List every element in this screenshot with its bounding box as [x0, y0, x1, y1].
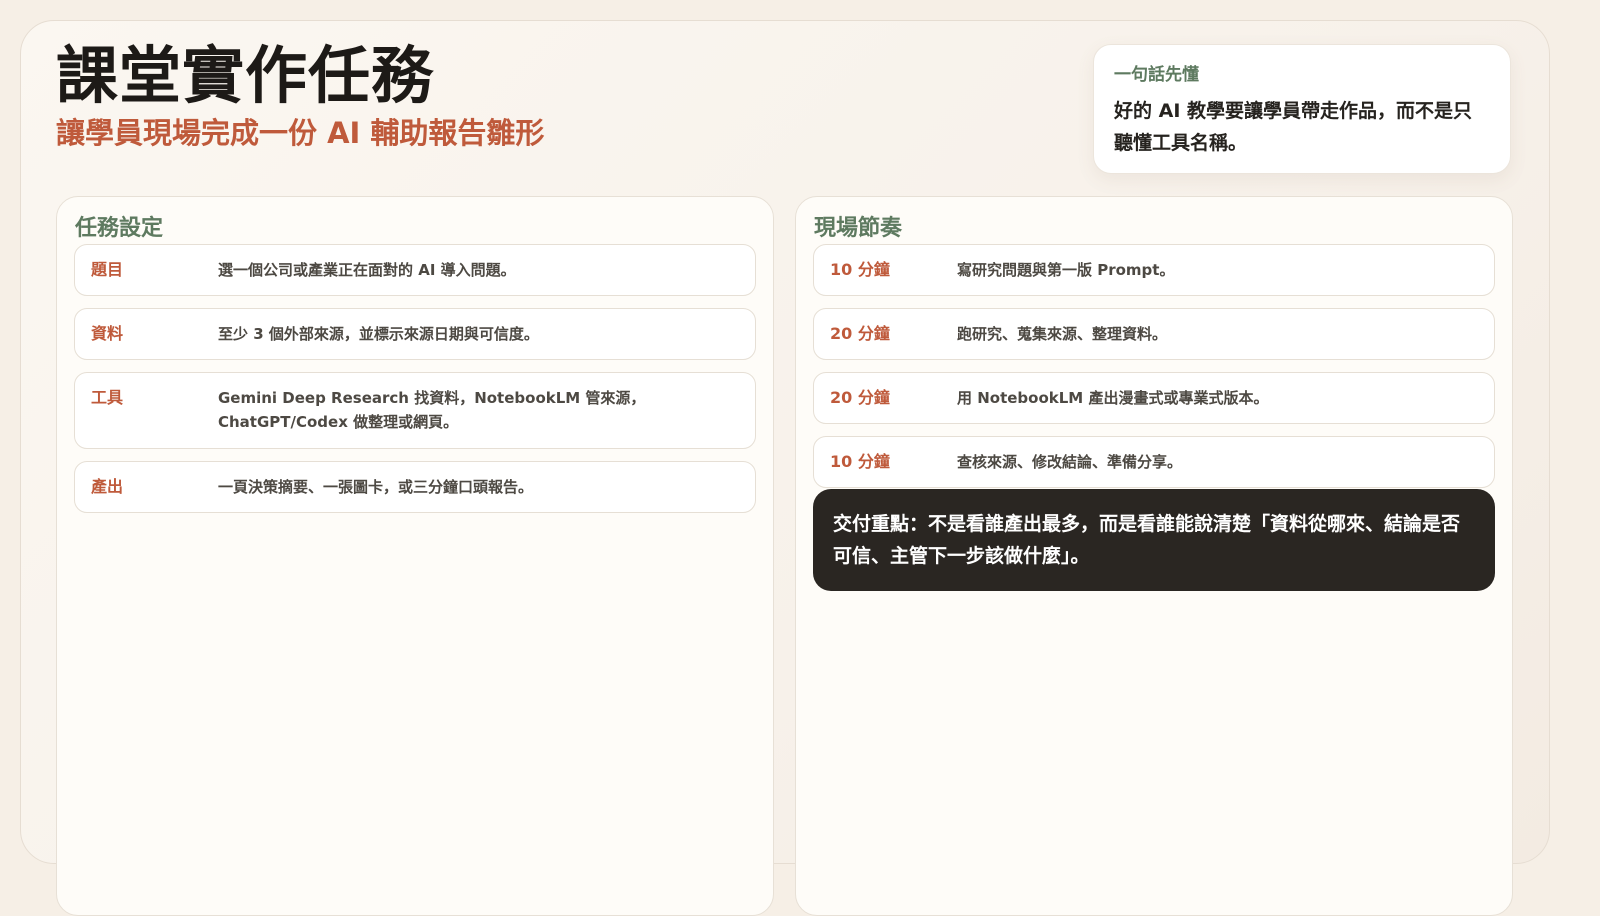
row-value: 查核來源、修改結論、準備分享。 — [957, 453, 1183, 471]
row-key: 10 分鐘 — [830, 452, 890, 471]
row-value: 一頁決策摘要、一張圖卡，或三分鐘口頭報告。 — [218, 478, 534, 496]
row-key: 20 分鐘 — [830, 388, 890, 407]
row-key: 10 分鐘 — [830, 260, 890, 279]
row-key: 產出 — [91, 477, 124, 496]
callout-label: 一句話先懂 — [1114, 65, 1199, 85]
task-row-topic: 題目 選一個公司或產業正在面對的 AI 導入問題。 — [74, 244, 756, 296]
row-key: 工具 — [91, 388, 124, 407]
page-subtitle: 讓學員現場完成一份 AI 輔助報告雛形 — [56, 116, 545, 150]
pacing-row: 10 分鐘 寫研究問題與第一版 Prompt。 — [813, 244, 1495, 296]
delivery-highlight: 交付重點：不是看誰產出最多，而是看誰能說清楚「資料從哪來、結論是否可信、主管下一… — [813, 489, 1495, 591]
task-settings-title: 任務設定 — [75, 216, 164, 241]
row-key: 資料 — [91, 324, 124, 343]
page-title: 課堂實作任務 — [56, 39, 435, 112]
row-value: 至少 3 個外部來源，並標示來源日期與可信度。 — [218, 325, 539, 343]
row-key: 20 分鐘 — [830, 324, 890, 343]
row-value: Gemini Deep Research 找資料，NotebookLM 管來源，… — [218, 389, 646, 431]
pacing-row: 10 分鐘 查核來源、修改結論、準備分享。 — [813, 436, 1495, 488]
pacing-row: 20 分鐘 用 NotebookLM 產出漫畫式或專業式版本。 — [813, 372, 1495, 424]
task-settings-panel: 任務設定 題目 選一個公司或產業正在面對的 AI 導入問題。 資料 至少 3 個… — [56, 196, 774, 916]
row-key: 題目 — [91, 260, 124, 279]
row-value: 寫研究問題與第一版 Prompt。 — [957, 261, 1175, 279]
row-value: 跑研究、蒐集來源、整理資料。 — [957, 325, 1168, 343]
task-row-data: 資料 至少 3 個外部來源，並標示來源日期與可信度。 — [74, 308, 756, 360]
summary-callout: 一句話先懂 好的 AI 教學要讓學員帶走作品，而不是只聽懂工具名稱。 — [1093, 44, 1511, 174]
pacing-title: 現場節奏 — [814, 216, 903, 241]
row-value: 用 NotebookLM 產出漫畫式或專業式版本。 — [957, 389, 1269, 407]
pacing-panel: 現場節奏 10 分鐘 寫研究問題與第一版 Prompt。 20 分鐘 跑研究、蒐… — [795, 196, 1513, 916]
task-row-tools: 工具 Gemini Deep Research 找資料，NotebookLM 管… — [74, 372, 756, 449]
row-value: 選一個公司或產業正在面對的 AI 導入問題。 — [218, 261, 516, 279]
pacing-row: 20 分鐘 跑研究、蒐集來源、整理資料。 — [813, 308, 1495, 360]
callout-text: 好的 AI 教學要讓學員帶走作品，而不是只聽懂工具名稱。 — [1114, 100, 1473, 154]
task-row-output: 產出 一頁決策摘要、一張圖卡，或三分鐘口頭報告。 — [74, 461, 756, 513]
